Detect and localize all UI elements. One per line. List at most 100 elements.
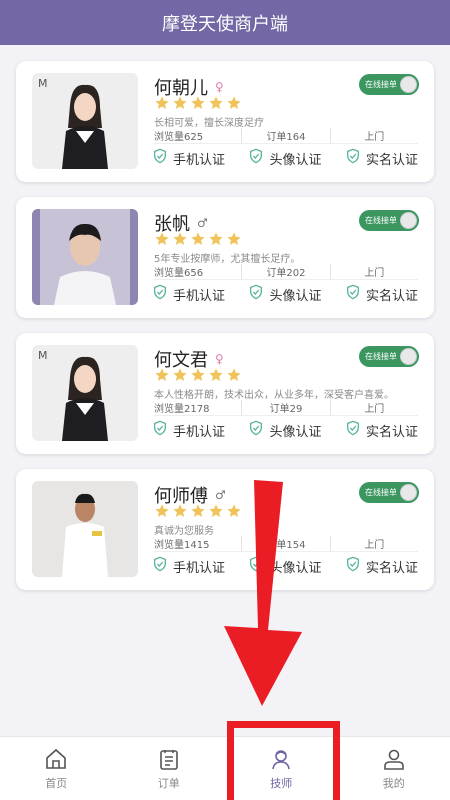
star-icon [173, 504, 187, 517]
orders-count: 订单29 [241, 400, 329, 415]
technician-list: M 何朝儿 ♀ 长相可爱，擅长深度足疗 浏览量625 订单164 上门 手机认证… [0, 45, 450, 590]
orders-count: 订单154 [241, 536, 329, 551]
toggle-knob [400, 212, 417, 229]
shield-check-icon [248, 148, 264, 168]
tab-profile[interactable]: 我的 [338, 737, 450, 800]
tab-home[interactable]: 首页 [0, 737, 113, 800]
cert-realname: 实名认证 [345, 148, 418, 168]
views-count: 浏览量2178 [154, 404, 210, 415]
star-icon [209, 504, 223, 517]
shield-check-icon [248, 556, 264, 576]
service-type: 上门 [329, 400, 418, 415]
online-order-toggle[interactable]: 在线接单 [359, 210, 419, 231]
rating-stars [154, 367, 242, 383]
toggle-knob [400, 484, 417, 501]
cert-phone: 手机认证 [152, 148, 225, 168]
service-type: 上门 [329, 264, 418, 279]
technician-card[interactable]: M 何文君 ♀ 本人性格开朗，技术出众，从业多年，深受客户喜爱。 浏览量2178… [16, 333, 434, 454]
technician-stats: 浏览量2178 订单29 上门 [154, 400, 418, 416]
shield-check-icon [345, 420, 361, 440]
shield-check-icon [248, 420, 264, 440]
home-icon [46, 748, 67, 769]
technician-stats: 浏览量1415 订单154 上门 [154, 536, 418, 552]
cert-realname: 实名认证 [345, 420, 418, 440]
gender-male-icon: ♂ [215, 488, 226, 502]
shield-check-icon [345, 284, 361, 304]
cert-phone: 手机认证 [152, 420, 225, 440]
rating-stars [154, 95, 242, 111]
gender-female-icon: ♀ [215, 352, 224, 366]
technician-description: 长相可爱，擅长深度足疗 [154, 118, 264, 129]
service-type: 上门 [329, 536, 418, 551]
online-order-toggle[interactable]: 在线接单 [359, 346, 419, 367]
technician-card[interactable]: 何师傅 ♂ 真诚为您服务 浏览量1415 订单154 上门 手机认证 头像认证 … [16, 469, 434, 590]
technician-card[interactable]: 张帆 ♂ 5年专业按摩师，尤其擅长足疗。 浏览量656 订单202 上门 手机认… [16, 197, 434, 318]
shield-check-icon [248, 284, 264, 304]
technician-stats: 浏览量625 订单164 上门 [154, 128, 418, 144]
shield-check-icon [345, 148, 361, 168]
star-icon [173, 96, 187, 109]
certifications: 手机认证 头像认证 实名认证 [152, 556, 418, 576]
toggle-knob [400, 348, 417, 365]
cert-avatar: 头像认证 [248, 284, 322, 304]
shield-check-icon [152, 284, 168, 304]
star-icon [173, 368, 187, 381]
star-icon [209, 368, 223, 381]
views-count: 浏览量1415 [154, 540, 210, 551]
technician-photo [32, 209, 138, 305]
technician-card[interactable]: M 何朝儿 ♀ 长相可爱，擅长深度足疗 浏览量625 订单164 上门 手机认证… [16, 61, 434, 182]
star-icon [227, 368, 241, 381]
svg-text:M: M [38, 349, 48, 362]
views-count: 浏览量625 [154, 132, 204, 143]
rating-stars [154, 503, 242, 519]
star-icon [191, 232, 205, 245]
orders-count: 订单164 [241, 128, 329, 143]
star-icon [227, 504, 241, 517]
star-icon [155, 96, 169, 109]
star-icon [155, 232, 169, 245]
page-title: 摩登天使商户端 [162, 13, 288, 35]
tab-orders[interactable]: 订单 [113, 737, 226, 800]
star-icon [227, 96, 241, 109]
star-icon [191, 504, 205, 517]
orders-count: 订单202 [241, 264, 329, 279]
cert-avatar: 头像认证 [248, 148, 322, 168]
technician-photo: M [32, 345, 138, 441]
views-count: 浏览量656 [154, 268, 204, 279]
cert-realname: 实名认证 [345, 556, 418, 576]
star-icon [209, 232, 223, 245]
shield-check-icon [152, 148, 168, 168]
cert-phone: 手机认证 [152, 284, 225, 304]
bottom-tab-bar: 首页 订单 技师 我的 [0, 736, 450, 800]
shield-check-icon [345, 556, 361, 576]
svg-text:M: M [38, 77, 48, 90]
certifications: 手机认证 头像认证 实名认证 [152, 284, 418, 304]
gender-male-icon: ♂ [197, 216, 208, 230]
star-icon [227, 232, 241, 245]
technician-photo: M [32, 73, 138, 169]
technician-description: 本人性格开朗，技术出众，从业多年，深受客户喜爱。 [154, 390, 394, 401]
star-icon [173, 232, 187, 245]
shield-check-icon [152, 556, 168, 576]
star-icon [191, 96, 205, 109]
shield-check-icon [152, 420, 168, 440]
service-type: 上门 [329, 128, 418, 143]
rating-stars [154, 231, 242, 247]
star-icon [155, 368, 169, 381]
star-icon [155, 504, 169, 517]
online-order-toggle[interactable]: 在线接单 [359, 482, 419, 503]
profile-icon [383, 749, 404, 770]
cert-avatar: 头像认证 [248, 420, 322, 440]
cert-avatar: 头像认证 [248, 556, 322, 576]
order-icon [159, 749, 178, 770]
star-icon [209, 96, 223, 109]
app-header: 摩登天使商户端 [0, 0, 450, 45]
toggle-knob [400, 76, 417, 93]
technician-stats: 浏览量656 订单202 上门 [154, 264, 418, 280]
certifications: 手机认证 头像认证 实名认证 [152, 420, 418, 440]
gender-female-icon: ♀ [215, 80, 224, 94]
online-order-toggle[interactable]: 在线接单 [359, 74, 419, 95]
technician-description: 真诚为您服务 [154, 526, 214, 537]
cert-realname: 实名认证 [345, 284, 418, 304]
star-icon [191, 368, 205, 381]
